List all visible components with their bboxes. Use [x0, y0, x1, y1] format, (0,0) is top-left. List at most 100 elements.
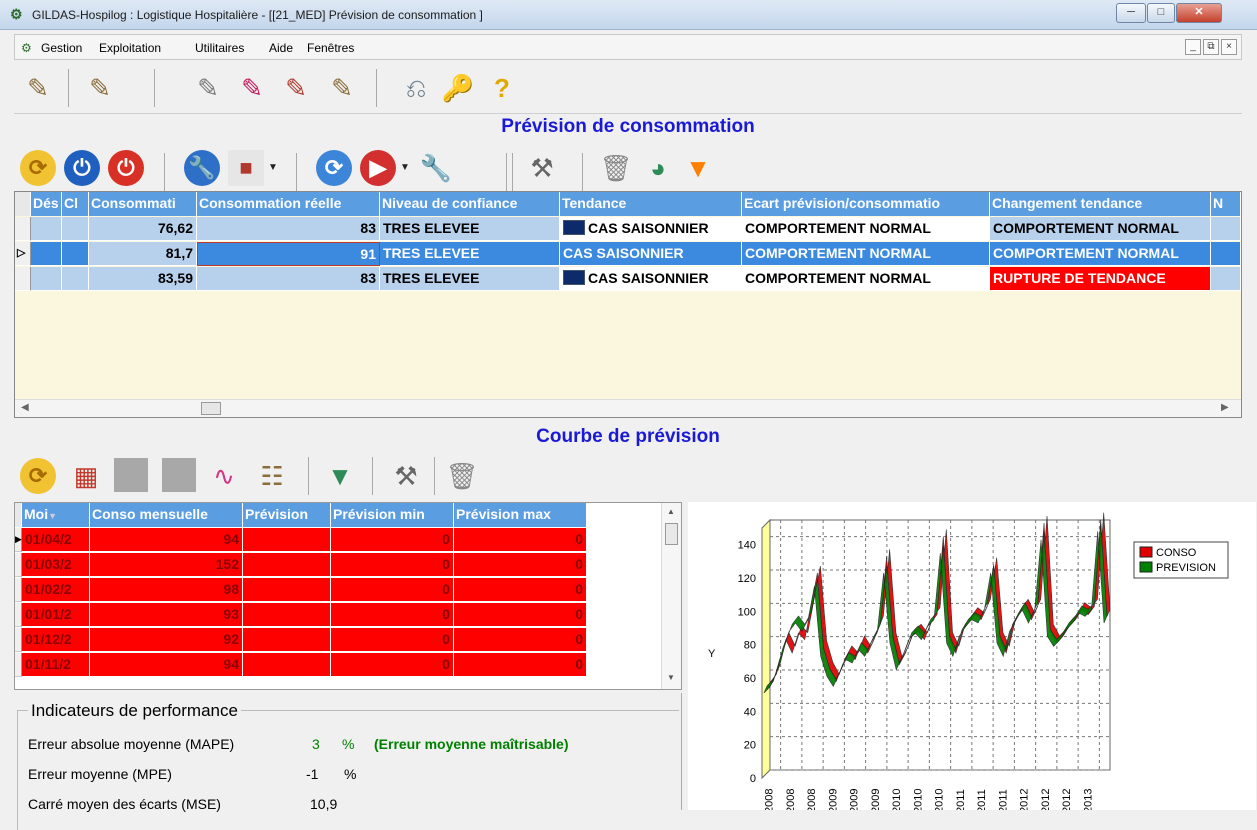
- table-cell[interactable]: [243, 578, 331, 602]
- table-cell[interactable]: 0: [454, 603, 587, 627]
- table-cell[interactable]: CAS SAISONNIER: [560, 242, 742, 266]
- table-cell[interactable]: 0: [331, 603, 454, 627]
- filter-icon[interactable]: ▼: [322, 458, 358, 494]
- table-cell[interactable]: CAS SAISONNIER: [560, 267, 742, 291]
- table-cell[interactable]: TRES ELEVEE: [380, 242, 560, 266]
- filter-icon[interactable]: ▼: [680, 150, 716, 186]
- table-cell[interactable]: 0: [454, 553, 587, 577]
- table-cell[interactable]: [31, 267, 62, 291]
- calendar-icon[interactable]: ☷: [254, 458, 290, 494]
- table-cell[interactable]: 0: [454, 578, 587, 602]
- table-cell[interactable]: TRES ELEVEE: [380, 267, 560, 291]
- table-cell[interactable]: CAS SAISONNIER: [560, 217, 742, 241]
- table-cell[interactable]: [243, 653, 331, 677]
- scroll-thumb[interactable]: [201, 402, 221, 415]
- column-header[interactable]: Tendance: [560, 192, 742, 216]
- table-cell[interactable]: 0: [454, 653, 587, 677]
- menu-aide[interactable]: Aide: [269, 41, 293, 55]
- table-cell[interactable]: TRES ELEVEE: [380, 217, 560, 241]
- table-cell[interactable]: [1211, 242, 1241, 266]
- database-export-icon[interactable]: ▦: [68, 458, 104, 494]
- refresh-icon[interactable]: ⟳: [20, 150, 56, 186]
- menu-app-icon[interactable]: ⚙: [21, 41, 32, 55]
- row-indicator[interactable]: [15, 603, 22, 627]
- row-indicator[interactable]: [15, 628, 22, 652]
- menu-gestion[interactable]: Gestion: [41, 41, 82, 55]
- table-cell[interactable]: [243, 603, 331, 627]
- table-cell[interactable]: [1211, 217, 1241, 241]
- edit-document-icon[interactable]: ✎: [20, 70, 56, 106]
- table-cell[interactable]: 01/11/2: [22, 653, 90, 677]
- table-cell[interactable]: RUPTURE DE TENDANCE: [990, 267, 1211, 291]
- chevron-down-icon[interactable]: ▼: [400, 162, 410, 173]
- edit-pen-icon[interactable]: ✎: [82, 70, 118, 106]
- edit-check-icon[interactable]: ✎: [278, 70, 314, 106]
- scroll-up-icon[interactable]: ▲: [667, 507, 675, 516]
- table-cell[interactable]: 94: [90, 528, 243, 552]
- pie-chart-icon[interactable]: ◕: [640, 150, 676, 186]
- table-cell[interactable]: 94: [90, 653, 243, 677]
- column-header[interactable]: Conso mensuelle: [90, 503, 243, 527]
- table-cell[interactable]: 83,59: [89, 267, 197, 291]
- chart-person-icon[interactable]: ■: [228, 150, 264, 186]
- column-header[interactable]: N: [1211, 192, 1241, 216]
- table-cell[interactable]: 83: [197, 217, 380, 241]
- trash-icon[interactable]: 🗑: [598, 150, 634, 186]
- row-indicator[interactable]: [15, 653, 22, 677]
- table-cell[interactable]: 93: [90, 603, 243, 627]
- settings-tool-icon[interactable]: ⚒: [524, 150, 560, 186]
- table-cell[interactable]: 0: [454, 528, 587, 552]
- table-cell[interactable]: 76,62: [89, 217, 197, 241]
- column-header[interactable]: Consommation réelle: [197, 192, 380, 216]
- column-header[interactable]: Prévision: [243, 503, 331, 527]
- row-indicator[interactable]: [15, 578, 22, 602]
- mdi-close-button[interactable]: ×: [1221, 39, 1237, 55]
- table-cell[interactable]: 01/12/2: [22, 628, 90, 652]
- key-icon[interactable]: 🔑: [440, 70, 476, 106]
- column-header[interactable]: Cl: [62, 192, 89, 216]
- column-header[interactable]: Prévision min: [331, 503, 454, 527]
- table-cell[interactable]: [1211, 267, 1241, 291]
- chevron-down-icon[interactable]: ▼: [268, 162, 278, 173]
- row-current-indicator-icon[interactable]: ▷: [15, 242, 31, 266]
- table-cell[interactable]: 01/03/2: [22, 553, 90, 577]
- table-cell[interactable]: [62, 242, 89, 266]
- close-button[interactable]: ✕: [1176, 3, 1222, 23]
- table-cell[interactable]: COMPORTEMENT NORMAL: [742, 267, 990, 291]
- table-cell[interactable]: COMPORTEMENT NORMAL: [742, 242, 990, 266]
- mdi-restore-button[interactable]: ⧉: [1203, 39, 1219, 55]
- table-cell[interactable]: 152: [90, 553, 243, 577]
- table-cell[interactable]: 0: [454, 628, 587, 652]
- row-current-indicator-icon[interactable]: ▶: [15, 528, 22, 552]
- minimize-button[interactable]: ─: [1116, 3, 1146, 23]
- table-cell[interactable]: 01/02/2: [22, 578, 90, 602]
- row-indicator[interactable]: [15, 267, 31, 291]
- vertical-scrollbar[interactable]: ▲ ▼: [661, 503, 681, 689]
- edit-list-icon[interactable]: ✎: [324, 70, 360, 106]
- row-indicator[interactable]: [15, 217, 31, 241]
- column-header[interactable]: Niveau de confiance: [380, 192, 560, 216]
- table-cell[interactable]: COMPORTEMENT NORMAL: [990, 242, 1211, 266]
- table-cell[interactable]: 83: [197, 267, 380, 291]
- table-cell[interactable]: 0: [331, 653, 454, 677]
- network-icon[interactable]: ⎌: [398, 70, 434, 106]
- table-cell[interactable]: [31, 242, 62, 266]
- table-cell[interactable]: 01/01/2: [22, 603, 90, 627]
- column-header[interactable]: Prévision max: [454, 503, 587, 527]
- column-header[interactable]: Moi▼: [22, 503, 90, 527]
- edit-refresh-icon[interactable]: ✎: [234, 70, 270, 106]
- line-chart-icon[interactable]: ∿: [206, 458, 242, 494]
- menu-exploitation[interactable]: Exploitation: [99, 41, 161, 55]
- play-icon[interactable]: ▶: [360, 150, 396, 186]
- table-cell[interactable]: 01/04/2: [22, 528, 90, 552]
- scroll-right-icon[interactable]: ▶: [1221, 402, 1229, 413]
- horizontal-scrollbar[interactable]: ◀ ▶: [15, 399, 1241, 417]
- table-cell[interactable]: 81,7: [89, 242, 197, 266]
- table-cell[interactable]: [243, 553, 331, 577]
- table-cell[interactable]: 0: [331, 578, 454, 602]
- vertical-scrollbar[interactable]: [1241, 192, 1242, 399]
- table-cell[interactable]: 0: [331, 528, 454, 552]
- refresh-icon[interactable]: ⟳: [20, 458, 56, 494]
- power-on-icon[interactable]: ⏻: [64, 150, 100, 186]
- trash-icon[interactable]: 🗑: [444, 458, 480, 494]
